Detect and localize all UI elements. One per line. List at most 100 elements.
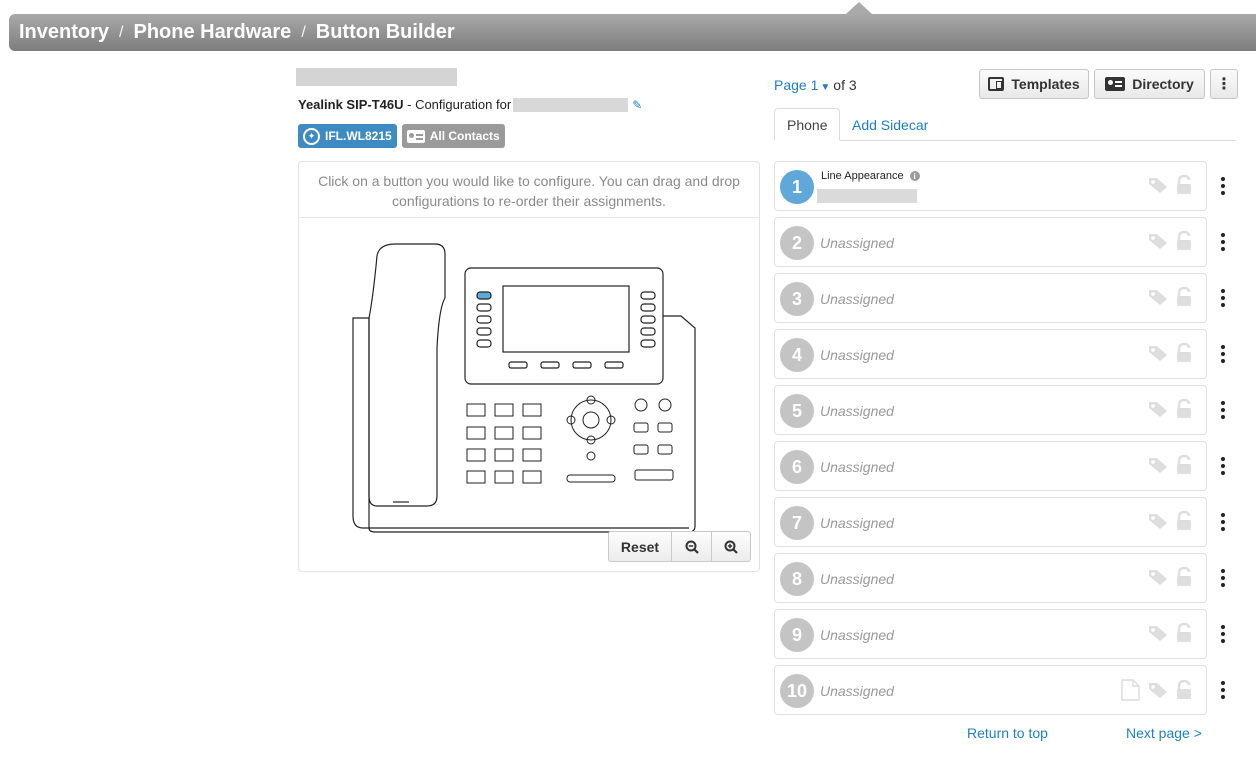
line-key-4[interactable] <box>476 327 492 336</box>
button-label: Unassigned <box>820 291 894 307</box>
pager-suffix: of 3 <box>833 77 857 93</box>
line-key-6[interactable] <box>640 291 656 300</box>
button-title-text: Line Appearance <box>821 170 904 182</box>
unlock-icon[interactable] <box>1176 230 1192 256</box>
row-kebab-icon[interactable] <box>1216 329 1230 379</box>
device-badge[interactable]: ✦ IFL.WL8215 <box>298 124 397 148</box>
line-key-2[interactable] <box>476 303 492 312</box>
next-page-link[interactable]: Next page > <box>1126 725 1202 741</box>
zoom-out-icon <box>685 540 699 554</box>
phone-diagram[interactable] <box>349 238 699 538</box>
button-row-3[interactable]: 3 Unassigned <box>774 273 1207 323</box>
tag-icon[interactable] <box>1148 681 1168 704</box>
tag-icon[interactable] <box>1148 400 1168 423</box>
unlock-icon[interactable] <box>1176 454 1192 480</box>
button-row-icons <box>1148 454 1192 480</box>
tab-phone[interactable]: Phone <box>774 108 841 141</box>
line-key-5[interactable] <box>476 339 492 348</box>
more-options-button[interactable]: ⋮ <box>1210 69 1238 99</box>
unlock-icon[interactable] <box>1176 566 1192 592</box>
templates-button[interactable]: Templates <box>979 69 1089 99</box>
unlock-icon[interactable] <box>1176 174 1192 200</box>
button-row-2[interactable]: 2 Unassigned <box>774 217 1207 267</box>
button-row-7[interactable]: 7 Unassigned <box>774 497 1207 547</box>
button-row-9[interactable]: 9 Unassigned <box>774 609 1207 659</box>
tag-icon[interactable] <box>1148 456 1168 479</box>
row-kebab-icon[interactable] <box>1216 441 1230 491</box>
phone-panel: Click on a button you would like to conf… <box>298 161 760 572</box>
line-key-8[interactable] <box>640 315 656 324</box>
nav-cluster <box>566 395 616 483</box>
tag-icon[interactable] <box>1148 232 1168 255</box>
unlock-icon[interactable] <box>1176 398 1192 424</box>
button-row-icons <box>1148 230 1192 256</box>
pager: Page 1 ▼ of 3 <box>774 77 857 93</box>
document-icon[interactable] <box>1120 679 1140 706</box>
button-label: Unassigned <box>820 347 894 363</box>
unlock-icon[interactable] <box>1176 679 1192 705</box>
pager-prefix[interactable]: Page <box>774 77 807 93</box>
tag-icon[interactable] <box>1148 176 1168 199</box>
info-icon[interactable]: i <box>909 171 920 181</box>
breadcrumb-notch <box>846 2 872 14</box>
button-row-8[interactable]: 8 Unassigned <box>774 553 1207 603</box>
button-label: Unassigned <box>820 235 894 251</box>
breadcrumb-inventory[interactable]: Inventory <box>19 21 109 44</box>
zoom-in-button[interactable] <box>711 532 750 561</box>
row-kebab-icon[interactable] <box>1216 665 1230 715</box>
button-number: 4 <box>780 338 814 372</box>
row-kebab-icon[interactable] <box>1216 217 1230 267</box>
tag-icon[interactable] <box>1148 344 1168 367</box>
kebab-icon: ⋮ <box>1216 76 1232 93</box>
row-kebab-icon[interactable] <box>1216 385 1230 435</box>
button-label: Unassigned <box>820 515 894 531</box>
chevron-down-icon[interactable]: ▼ <box>820 82 830 93</box>
contacts-badge[interactable]: All Contacts <box>401 124 505 148</box>
button-number: 1 <box>780 170 814 204</box>
unlock-icon[interactable] <box>1176 510 1192 536</box>
row-kebab-icon[interactable] <box>1216 553 1230 603</box>
breadcrumb-separator: / <box>301 23 306 41</box>
config-line: Yealink SIP-T46U - Configuration for ✎ <box>298 97 642 112</box>
button-label: Unassigned <box>820 627 894 643</box>
directory-button[interactable]: Directory <box>1094 69 1205 99</box>
device-model: Yealink SIP-T46U <box>298 97 404 112</box>
function-keys <box>633 398 674 481</box>
row-kebab-icon[interactable] <box>1216 497 1230 547</box>
pager-current[interactable]: 1 <box>811 77 819 93</box>
row-kebab-icon[interactable] <box>1216 161 1230 211</box>
directory-label: Directory <box>1132 76 1194 92</box>
button-row-1[interactable]: 1 Line Appearance i <box>774 161 1207 211</box>
tag-icon[interactable] <box>1148 512 1168 535</box>
unlock-icon[interactable] <box>1176 622 1192 648</box>
unlock-icon[interactable] <box>1176 286 1192 312</box>
breadcrumb-button-builder: Button Builder <box>315 21 455 43</box>
button-row-4[interactable]: 4 Unassigned <box>774 329 1207 379</box>
row-kebab-icon[interactable] <box>1216 273 1230 323</box>
reset-button[interactable]: Reset <box>609 532 672 561</box>
button-row-icons <box>1148 566 1192 592</box>
line-key-7[interactable] <box>640 303 656 312</box>
zoom-out-button[interactable] <box>672 532 711 561</box>
edit-pencil-icon[interactable]: ✎ <box>632 98 642 112</box>
line-key-3[interactable] <box>476 315 492 324</box>
tab-add-sidecar[interactable]: Add Sidecar <box>840 108 940 141</box>
button-number: 9 <box>780 618 814 652</box>
button-row-icons <box>1148 622 1192 648</box>
button-row-icons <box>1148 342 1192 368</box>
button-row-10[interactable]: 10 Unassigned <box>774 665 1207 715</box>
tag-icon[interactable] <box>1148 624 1168 647</box>
line-key-10[interactable] <box>640 339 656 348</box>
templates-icon <box>988 77 1005 91</box>
row-kebab-icon[interactable] <box>1216 609 1230 659</box>
tag-icon[interactable] <box>1148 288 1168 311</box>
button-row-icons <box>1148 510 1192 536</box>
button-row-6[interactable]: 6 Unassigned <box>774 441 1207 491</box>
breadcrumb-phone-hardware[interactable]: Phone Hardware <box>133 21 291 44</box>
return-to-top-link[interactable]: Return to top <box>967 725 1048 741</box>
line-key-1[interactable] <box>476 291 492 300</box>
tag-icon[interactable] <box>1148 568 1168 591</box>
line-key-9[interactable] <box>640 327 656 336</box>
button-row-5[interactable]: 5 Unassigned <box>774 385 1207 435</box>
unlock-icon[interactable] <box>1176 342 1192 368</box>
